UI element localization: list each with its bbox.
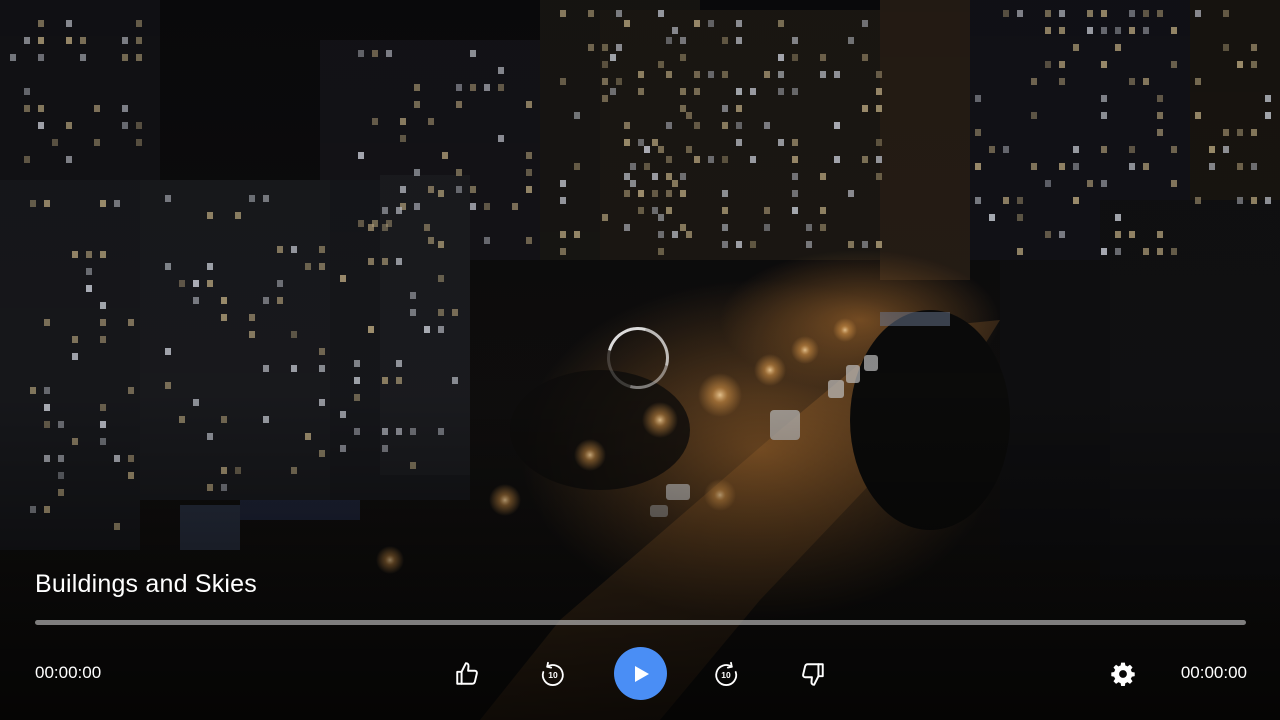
play-button[interactable] xyxy=(614,647,667,700)
forward-10-button[interactable]: 10 xyxy=(706,654,746,694)
thumbs-up-icon xyxy=(456,662,478,685)
settings-button[interactable] xyxy=(1103,654,1143,694)
rewind-seconds-label: 10 xyxy=(548,670,558,680)
rewind-10-button[interactable]: 10 xyxy=(533,654,573,694)
thumbs-down-icon xyxy=(802,663,824,686)
dislike-button[interactable] xyxy=(793,654,833,694)
total-time: 00:00:00 xyxy=(1180,663,1247,682)
forward-seconds-label: 10 xyxy=(721,670,731,680)
gear-icon xyxy=(1111,662,1135,687)
progress-bar[interactable] xyxy=(35,620,1246,625)
like-button[interactable] xyxy=(447,654,487,694)
current-time: 00:00:00 xyxy=(35,663,102,682)
video-player[interactable]: Buildings and Skies 00:00:00 10 10 00:00… xyxy=(0,0,1280,720)
play-icon xyxy=(634,665,649,682)
forward-10-icon: 10 xyxy=(715,661,738,686)
rewind-10-icon: 10 xyxy=(541,661,564,686)
video-title: Buildings and Skies xyxy=(35,570,257,598)
